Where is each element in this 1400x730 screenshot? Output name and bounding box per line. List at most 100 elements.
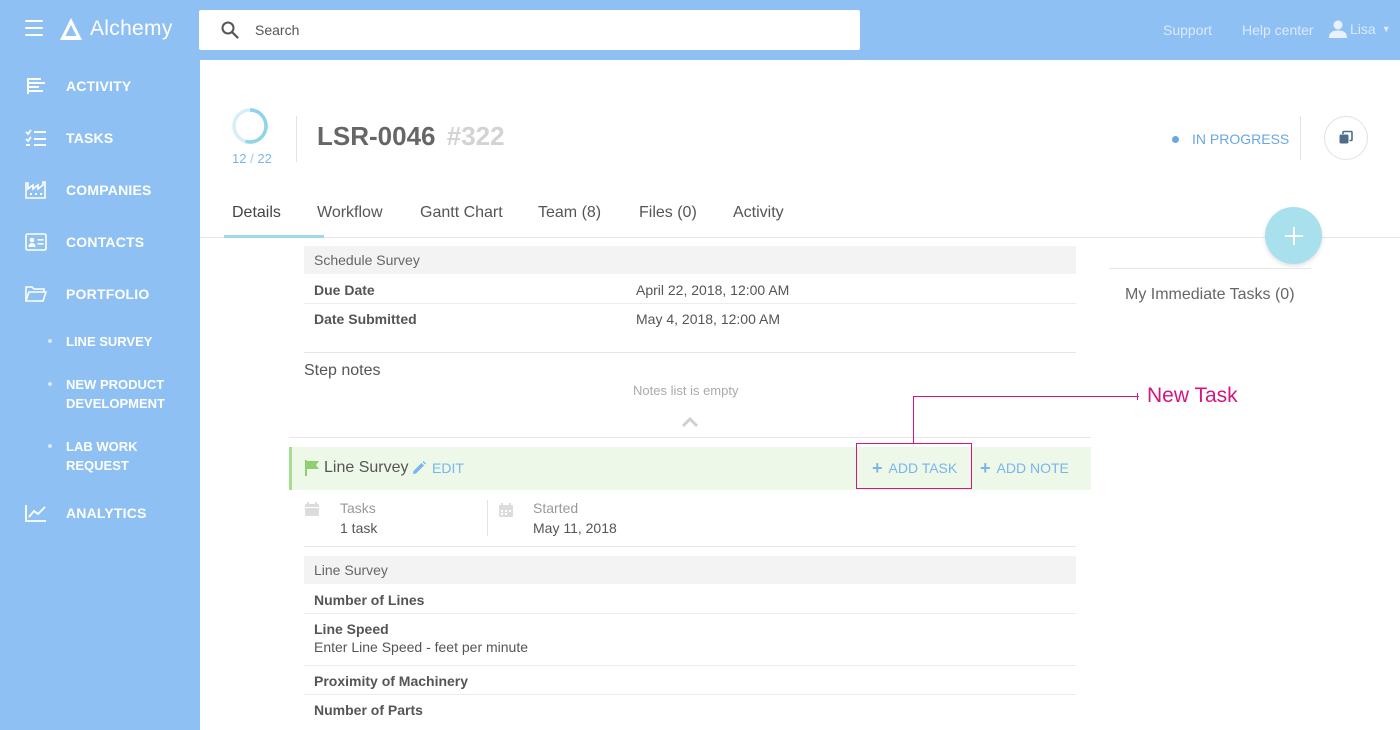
pencil-icon bbox=[413, 461, 426, 474]
sidebar-subitem-new-product-development[interactable]: NEW PRODUCT DEVELOPMENT bbox=[0, 375, 200, 415]
help-center-link[interactable]: Help center bbox=[1242, 22, 1314, 38]
app-logo[interactable]: Alchemy bbox=[58, 14, 173, 44]
chevron-down-icon: ▼ bbox=[1381, 24, 1391, 34]
notes-empty-message: Notes list is empty bbox=[633, 383, 739, 398]
section-header-line-survey: Line Survey bbox=[304, 556, 1076, 584]
sidebar-item-label: ANALYTICS bbox=[66, 505, 147, 521]
add-fab-button[interactable] bbox=[1265, 207, 1322, 264]
annotation-leader-line bbox=[913, 396, 914, 443]
chevron-up-icon[interactable] bbox=[681, 416, 699, 428]
search-input[interactable] bbox=[255, 22, 815, 38]
calendar-grid-icon bbox=[499, 503, 513, 517]
companies-icon bbox=[25, 179, 47, 201]
tab-details[interactable]: Details bbox=[232, 204, 281, 222]
status-badge: IN PROGRESS bbox=[1172, 131, 1289, 147]
flag-icon bbox=[305, 460, 319, 476]
tasks-label: Tasks bbox=[340, 500, 376, 516]
section-header-schedule: Schedule Survey bbox=[304, 246, 1076, 274]
sidebar-item-label: COMPANIES bbox=[66, 182, 152, 198]
divider bbox=[1300, 116, 1301, 160]
sidebar-item-analytics[interactable]: ANALYTICS bbox=[0, 493, 200, 533]
annotation-leader-tick bbox=[1137, 393, 1138, 400]
progress-separator: / bbox=[250, 151, 254, 166]
edit-step-button[interactable]: EDIT bbox=[412, 460, 464, 476]
table-row: Due Date April 22, 2018, 12:00 AM bbox=[304, 274, 1076, 304]
menu-icon[interactable] bbox=[25, 20, 43, 36]
plus-icon: + bbox=[980, 458, 991, 478]
field-label: Date Submitted bbox=[314, 311, 417, 327]
sidebar-item-label: PORTFOLIO bbox=[66, 286, 150, 302]
tasks-value: 1 task bbox=[340, 520, 378, 536]
tab-activity[interactable]: Activity bbox=[733, 204, 784, 222]
project-number: #322 bbox=[446, 121, 505, 151]
sidebar-item-companies[interactable]: COMPANIES bbox=[0, 170, 200, 210]
sidebar-item-label: TASKS bbox=[66, 130, 114, 146]
field-label: Number of Lines bbox=[314, 592, 425, 608]
bullet-icon bbox=[48, 382, 52, 386]
sidebar-item-contacts[interactable]: CONTACTS bbox=[0, 222, 200, 262]
sidebar-item-portfolio[interactable]: PORTFOLIO bbox=[0, 274, 200, 314]
tab-files[interactable]: Files (0) bbox=[639, 204, 697, 222]
sidebar-subitem-line-survey[interactable]: LINE SURVEY bbox=[0, 332, 200, 354]
status-dot-icon bbox=[1172, 135, 1179, 143]
table-row: Number of Parts bbox=[304, 695, 1076, 725]
contacts-icon bbox=[25, 231, 47, 253]
my-immediate-tasks-link[interactable]: My Immediate Tasks (0) bbox=[1125, 286, 1295, 304]
project-code: LSR-0046 bbox=[317, 121, 436, 151]
sidebar-item-tasks[interactable]: TASKS bbox=[0, 118, 200, 158]
started-label: Started bbox=[533, 500, 579, 516]
calendar-icon bbox=[305, 502, 319, 516]
top-bar: Alchemy Support Help center Lisa ▼ bbox=[0, 0, 1400, 60]
started-value: May 11, 2018 bbox=[533, 520, 617, 536]
annotation-highlight-box bbox=[856, 443, 972, 489]
field-label: Line Speed bbox=[314, 621, 389, 637]
active-tab-indicator bbox=[224, 235, 324, 238]
alchemy-logo-icon bbox=[60, 18, 82, 40]
user-menu[interactable]: Lisa ▼ bbox=[1328, 19, 1391, 39]
user-name: Lisa bbox=[1350, 21, 1376, 37]
progress-done: 12 bbox=[232, 151, 247, 166]
activity-icon bbox=[25, 75, 47, 97]
user-icon bbox=[1329, 20, 1347, 38]
plus-icon bbox=[1284, 226, 1303, 245]
divider bbox=[289, 437, 1091, 438]
sidebar-item-label: ACTIVITY bbox=[66, 78, 132, 94]
analytics-icon bbox=[25, 502, 47, 524]
tab-gantt-chart[interactable]: Gantt Chart bbox=[420, 204, 503, 222]
annotation-leader-line bbox=[913, 396, 1139, 397]
step-notes-heading: Step notes bbox=[304, 362, 381, 379]
divider bbox=[304, 546, 1076, 547]
tab-team[interactable]: Team (8) bbox=[538, 204, 601, 222]
search-icon bbox=[221, 21, 239, 39]
sidebar-subitem-label: LINE SURVEY bbox=[66, 334, 153, 349]
divider bbox=[304, 352, 1076, 353]
support-link[interactable]: Support bbox=[1163, 22, 1212, 38]
bullet-icon bbox=[48, 444, 52, 448]
edit-label: EDIT bbox=[432, 460, 464, 476]
tab-workflow[interactable]: Workflow bbox=[317, 204, 383, 222]
table-row: Number of Lines bbox=[304, 584, 1076, 614]
progress-total: 22 bbox=[257, 151, 272, 166]
sidebar-subitem-label: NEW PRODUCT DEVELOPMENT bbox=[66, 377, 165, 411]
sidebar-subitem-lab-work-request[interactable]: LAB WORK REQUEST bbox=[0, 437, 200, 477]
field-value: May 4, 2018, 12:00 AM bbox=[636, 311, 780, 327]
search-bar[interactable] bbox=[199, 10, 860, 50]
add-note-button[interactable]: + ADD NOTE bbox=[980, 458, 1069, 478]
progress-ring bbox=[232, 108, 268, 144]
sidebar-item-activity[interactable]: ACTIVITY bbox=[0, 66, 200, 106]
tasks-icon bbox=[25, 127, 47, 149]
folder-icon bbox=[25, 283, 47, 305]
sidebar-subitem-label: LAB WORK REQUEST bbox=[66, 439, 138, 473]
field-label: Proximity of Machinery bbox=[314, 673, 469, 689]
page-title: LSR-0046 #322 bbox=[317, 121, 505, 152]
field-label: Number of Parts bbox=[314, 702, 423, 718]
divider bbox=[1109, 268, 1311, 269]
copy-icon bbox=[1339, 130, 1353, 144]
sidebar: ACTIVITY TASKS COMPANIES CONTACTS PORTFO… bbox=[0, 60, 200, 730]
duplicate-button[interactable] bbox=[1324, 116, 1368, 160]
field-hint: Enter Line Speed - feet per minute bbox=[314, 639, 529, 655]
step-name: Line Survey bbox=[324, 459, 409, 476]
divider bbox=[296, 116, 297, 162]
field-value: April 22, 2018, 12:00 AM bbox=[636, 282, 790, 298]
annotation-label: New Task bbox=[1147, 384, 1238, 407]
